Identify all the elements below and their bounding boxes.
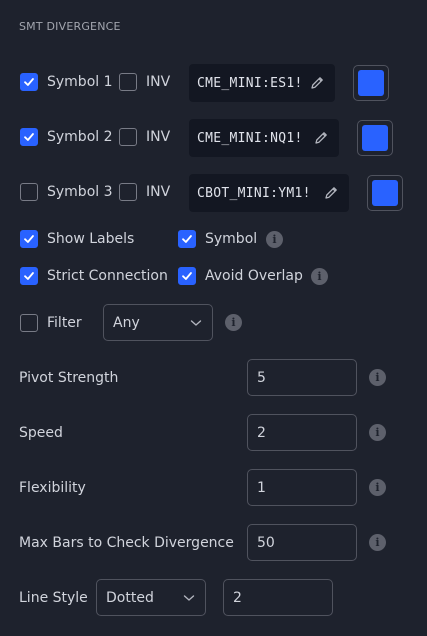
symbol-toggle[interactable]: Symbol [178, 230, 257, 248]
info-icon[interactable]: i [369, 369, 386, 386]
check-icon [24, 235, 34, 243]
info-icon[interactable]: i [266, 231, 283, 248]
symbol-2-color-swatch [362, 125, 388, 151]
filter-toggle[interactable]: Filter [20, 314, 82, 332]
symbol-3-label: Symbol 3 [47, 184, 113, 200]
avoid-overlap-checkbox[interactable] [178, 267, 196, 285]
symbol-3-inv-checkbox[interactable] [119, 183, 137, 201]
flexibility-label: Flexibility [19, 480, 86, 496]
filter-checkbox[interactable] [20, 314, 38, 332]
symbol-1-inv-toggle[interactable]: INV [119, 73, 170, 91]
symbol-2-inv-checkbox[interactable] [119, 128, 137, 146]
symbol-2-checkbox[interactable] [20, 128, 38, 146]
symbol-2-inv-label: INV [146, 129, 171, 145]
symbol-2-ticker-field[interactable]: CME_MINI:NQ1! [189, 119, 339, 157]
symbol-1-label: Symbol 1 [47, 74, 113, 90]
symbol-2-label: Symbol 2 [47, 129, 113, 145]
symbol-1-color-picker[interactable] [353, 65, 389, 101]
info-icon[interactable]: i [311, 268, 328, 285]
strict-connection-checkbox[interactable] [20, 267, 38, 285]
check-icon [182, 272, 192, 280]
speed-label: Speed [19, 425, 63, 441]
symbol-3-color-picker[interactable] [367, 175, 403, 211]
section-title: SMT DIVERGENCE [19, 20, 121, 33]
symbol-checkbox[interactable] [178, 230, 196, 248]
avoid-overlap-label: Avoid Overlap [205, 268, 303, 284]
chevron-down-icon [183, 594, 195, 601]
pivot-strength-label: Pivot Strength [19, 370, 119, 386]
symbol-1-inv-checkbox[interactable] [119, 73, 137, 91]
info-icon[interactable]: i [369, 479, 386, 496]
symbol-label: Symbol [205, 231, 258, 247]
symbol-3-inv-toggle[interactable]: INV [119, 183, 170, 201]
symbol-1-color-swatch [358, 70, 384, 96]
pencil-icon[interactable] [309, 75, 325, 91]
filter-label: Filter [47, 315, 82, 331]
max-bars-label: Max Bars to Check Divergence [19, 535, 234, 551]
line-style-select-value: Dotted [106, 589, 154, 606]
max-bars-value: 50 [257, 534, 275, 551]
show-labels-toggle[interactable]: Show Labels [20, 230, 134, 248]
symbol-3-toggle[interactable]: Symbol 3 [20, 183, 113, 201]
filter-select-value: Any [113, 314, 140, 331]
check-icon [24, 133, 34, 141]
symbol-2-ticker: CME_MINI:NQ1! [197, 130, 303, 146]
symbol-2-color-picker[interactable] [357, 120, 393, 156]
speed-input[interactable]: 2 [247, 414, 357, 451]
info-icon[interactable]: i [369, 424, 386, 441]
symbol-3-checkbox[interactable] [20, 183, 38, 201]
show-labels-label: Show Labels [47, 231, 135, 247]
symbol-3-color-swatch [372, 180, 398, 206]
check-icon [24, 272, 34, 280]
symbol-1-ticker: CME_MINI:ES1! [197, 75, 303, 91]
pencil-icon[interactable] [313, 130, 329, 146]
line-style-label: Line Style [19, 590, 88, 606]
filter-select[interactable]: Any [103, 304, 213, 341]
check-icon [24, 78, 34, 86]
flexibility-value: 1 [257, 479, 266, 496]
flexibility-input[interactable]: 1 [247, 469, 357, 506]
pivot-strength-input[interactable]: 5 [247, 359, 357, 396]
line-width-input[interactable]: 2 [223, 579, 333, 616]
info-icon[interactable]: i [225, 314, 242, 331]
symbol-2-inv-toggle[interactable]: INV [119, 128, 170, 146]
chevron-down-icon [190, 319, 202, 326]
symbol-1-checkbox[interactable] [20, 73, 38, 91]
line-style-select[interactable]: Dotted [96, 579, 206, 616]
symbol-1-ticker-field[interactable]: CME_MINI:ES1! [189, 64, 335, 102]
symbol-1-toggle[interactable]: Symbol 1 [20, 73, 113, 91]
avoid-overlap-toggle[interactable]: Avoid Overlap [178, 267, 303, 285]
symbol-3-ticker: CBOT_MINI:YM1! [197, 185, 311, 201]
info-icon[interactable]: i [369, 534, 386, 551]
pivot-strength-value: 5 [257, 369, 266, 386]
strict-connection-label: Strict Connection [47, 268, 168, 284]
symbol-1-inv-label: INV [146, 74, 171, 90]
speed-value: 2 [257, 424, 266, 441]
strict-connection-toggle[interactable]: Strict Connection [20, 267, 168, 285]
line-width-value: 2 [233, 589, 242, 606]
pencil-icon[interactable] [323, 185, 339, 201]
check-icon [182, 235, 192, 243]
symbol-3-inv-label: INV [146, 184, 171, 200]
max-bars-input[interactable]: 50 [247, 524, 357, 561]
show-labels-checkbox[interactable] [20, 230, 38, 248]
symbol-3-ticker-field[interactable]: CBOT_MINI:YM1! [189, 174, 349, 212]
symbol-2-toggle[interactable]: Symbol 2 [20, 128, 113, 146]
